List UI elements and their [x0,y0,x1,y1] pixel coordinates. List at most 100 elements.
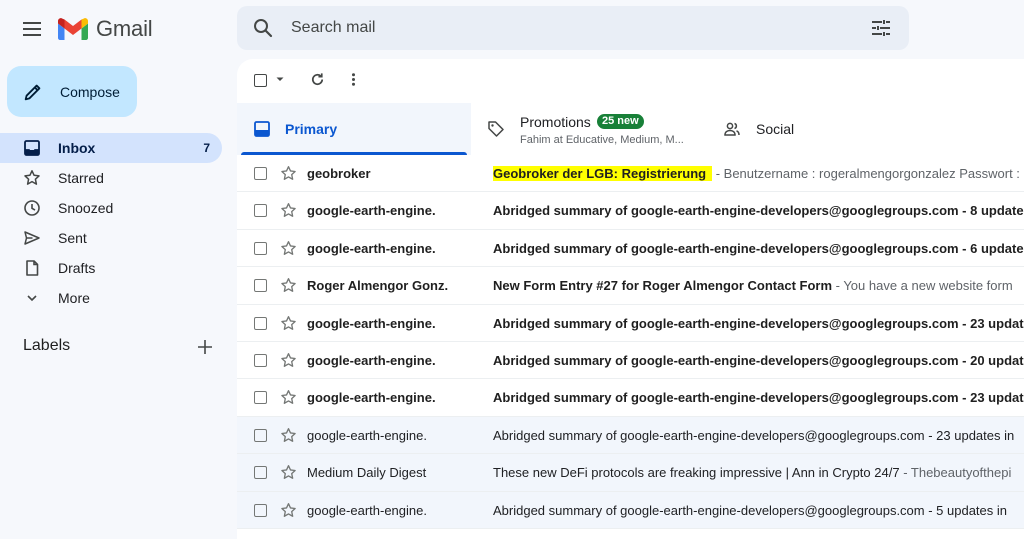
row-checkbox[interactable] [254,428,267,442]
menu-icon[interactable] [20,17,44,41]
clock-icon [24,200,40,216]
email-content: Abridged summary of google-earth-engine-… [493,503,1024,518]
email-subject: Abridged summary of google-earth-engine-… [493,352,1024,368]
inbox-icon [254,121,270,137]
search-bar[interactable] [237,5,909,51]
row-checkbox[interactable] [254,391,267,405]
pencil-icon [24,84,41,100]
star-icon[interactable] [280,427,297,444]
labels-heading: Labels [23,337,71,354]
sidebar-item-more[interactable]: More [0,283,222,313]
sidebar-item-label: Snoozed [58,200,114,216]
sidebar-item-drafts[interactable]: Drafts [0,253,222,283]
compose-button[interactable]: Compose [7,66,137,117]
row-checkbox[interactable] [254,241,267,255]
email-row[interactable]: google-earth-engine. Abridged summary of… [237,491,1024,529]
compose-label: Compose [60,83,120,100]
sidebar-item-sent[interactable]: Sent [0,223,222,253]
email-subject: Abridged summary of google-earth-engine-… [493,390,1024,406]
email-sender: google-earth-engine. [307,315,436,331]
email-subject: Abridged summary of google-earth-engine-… [493,240,1024,256]
draft-icon [26,260,39,276]
email-sender: Medium Daily Digest [307,465,427,481]
sidebar-item-inbox[interactable]: Inbox 7 [0,133,222,163]
star-icon[interactable] [280,202,297,219]
email-sender: Roger Almengor Gonz. [307,278,449,294]
email-sender: google-earth-engine. [307,240,436,256]
sidebar-item-label: Drafts [58,260,96,276]
tab-subtitle: Fahim at Educative, Medium, M... [520,134,684,146]
mail-list-panel: Primary Promotions 25 new Fahim at Educa… [237,59,1024,539]
tune-icon[interactable] [869,16,893,40]
email-snippet: - Benutzername : rogeralmengorgonzalez P… [712,166,1020,181]
caret-down-icon[interactable] [275,72,285,86]
email-row[interactable]: google-earth-engine. Abridged summary of… [237,341,1024,380]
tab-label: Promotions [520,114,591,130]
email-row[interactable]: google-earth-engine. Abridged summary of… [237,416,1024,455]
email-subject: Abridged summary of google-earth-engine-… [493,203,1024,219]
email-content: New Form Entry #27 for Roger Almengor Co… [493,278,1024,293]
star-icon[interactable] [280,165,297,182]
people-icon [724,122,740,136]
gmail-logo[interactable]: Gmail [58,16,153,42]
send-icon [24,231,40,245]
row-checkbox[interactable] [254,279,267,293]
email-subject: New Form Entry #27 for Roger Almengor Co… [493,278,833,294]
row-checkbox[interactable] [254,167,267,180]
row-checkbox[interactable] [254,503,267,517]
star-icon [24,170,40,185]
sidebar-item-starred[interactable]: Starred [0,163,222,193]
star-icon[interactable] [280,277,297,294]
tab-primary[interactable]: Primary [237,103,471,155]
star-icon[interactable] [280,389,297,406]
star-icon[interactable] [280,464,297,481]
inbox-icon [24,140,40,156]
email-subject: Abridged summary of google-earth-engine-… [493,502,1007,518]
email-row[interactable]: google-earth-engine. Abridged summary of… [237,192,1024,230]
sidebar-item-label: Starred [58,170,104,186]
new-count-badge: 25 new [597,114,644,129]
email-row[interactable]: google-earth-engine. Abridged summary of… [237,304,1024,342]
select-all-checkbox[interactable] [254,74,267,87]
email-row[interactable]: geobroker Geobroker der LGB: Registrieru… [237,155,1024,193]
row-checkbox[interactable] [254,466,267,480]
row-checkbox[interactable] [254,316,267,330]
email-sender: google-earth-engine. [307,502,427,518]
tab-social[interactable]: Social [713,103,913,155]
email-subject: Abridged summary of google-earth-engine-… [493,315,1024,331]
email-row[interactable]: Medium Daily Digest These new DeFi proto… [237,454,1024,492]
star-icon[interactable] [280,502,297,519]
chevron-down-icon [27,295,37,302]
star-icon[interactable] [280,240,297,257]
toolbar [237,59,1024,103]
sidebar-item-label: Sent [58,230,87,246]
email-content: Abridged summary of google-earth-engine-… [493,203,1024,218]
tab-promotions[interactable]: Promotions 25 new Fahim at Educative, Me… [471,103,691,155]
search-icon[interactable] [251,16,275,40]
more-vert-icon[interactable] [345,71,362,88]
star-icon[interactable] [280,315,297,332]
email-list: geobroker Geobroker der LGB: Registrieru… [237,155,1024,529]
email-row[interactable]: google-earth-engine. Abridged summary of… [237,379,1024,417]
email-row[interactable]: google-earth-engine. Abridged summary of… [237,229,1024,268]
email-content: Abridged summary of google-earth-engine-… [493,428,1024,443]
row-checkbox[interactable] [254,204,267,218]
row-checkbox[interactable] [254,353,267,367]
email-sender: geobroker [307,166,371,181]
email-content: Abridged summary of google-earth-engine-… [493,353,1024,368]
email-sender: google-earth-engine. [307,352,436,368]
search-input[interactable] [289,5,869,51]
plus-icon[interactable] [195,337,215,357]
tag-icon [488,121,504,137]
email-snippet: - Thebeautyofthepi [899,465,1012,481]
email-content: Abridged summary of google-earth-engine-… [493,316,1024,331]
email-row[interactable]: Roger Almengor Gonz. New Form Entry #27 … [237,267,1024,305]
refresh-icon[interactable] [309,71,326,88]
gmail-m-icon [58,18,88,40]
sidebar-item-snoozed[interactable]: Snoozed [0,193,222,223]
email-content: Geobroker der LGB: Registrierung - Benut… [493,166,1024,181]
star-icon[interactable] [280,352,297,369]
sidebar-item-label: Inbox [58,140,96,156]
gmail-logo-text: Gmail [96,16,153,41]
unread-count: 7 [203,141,210,155]
